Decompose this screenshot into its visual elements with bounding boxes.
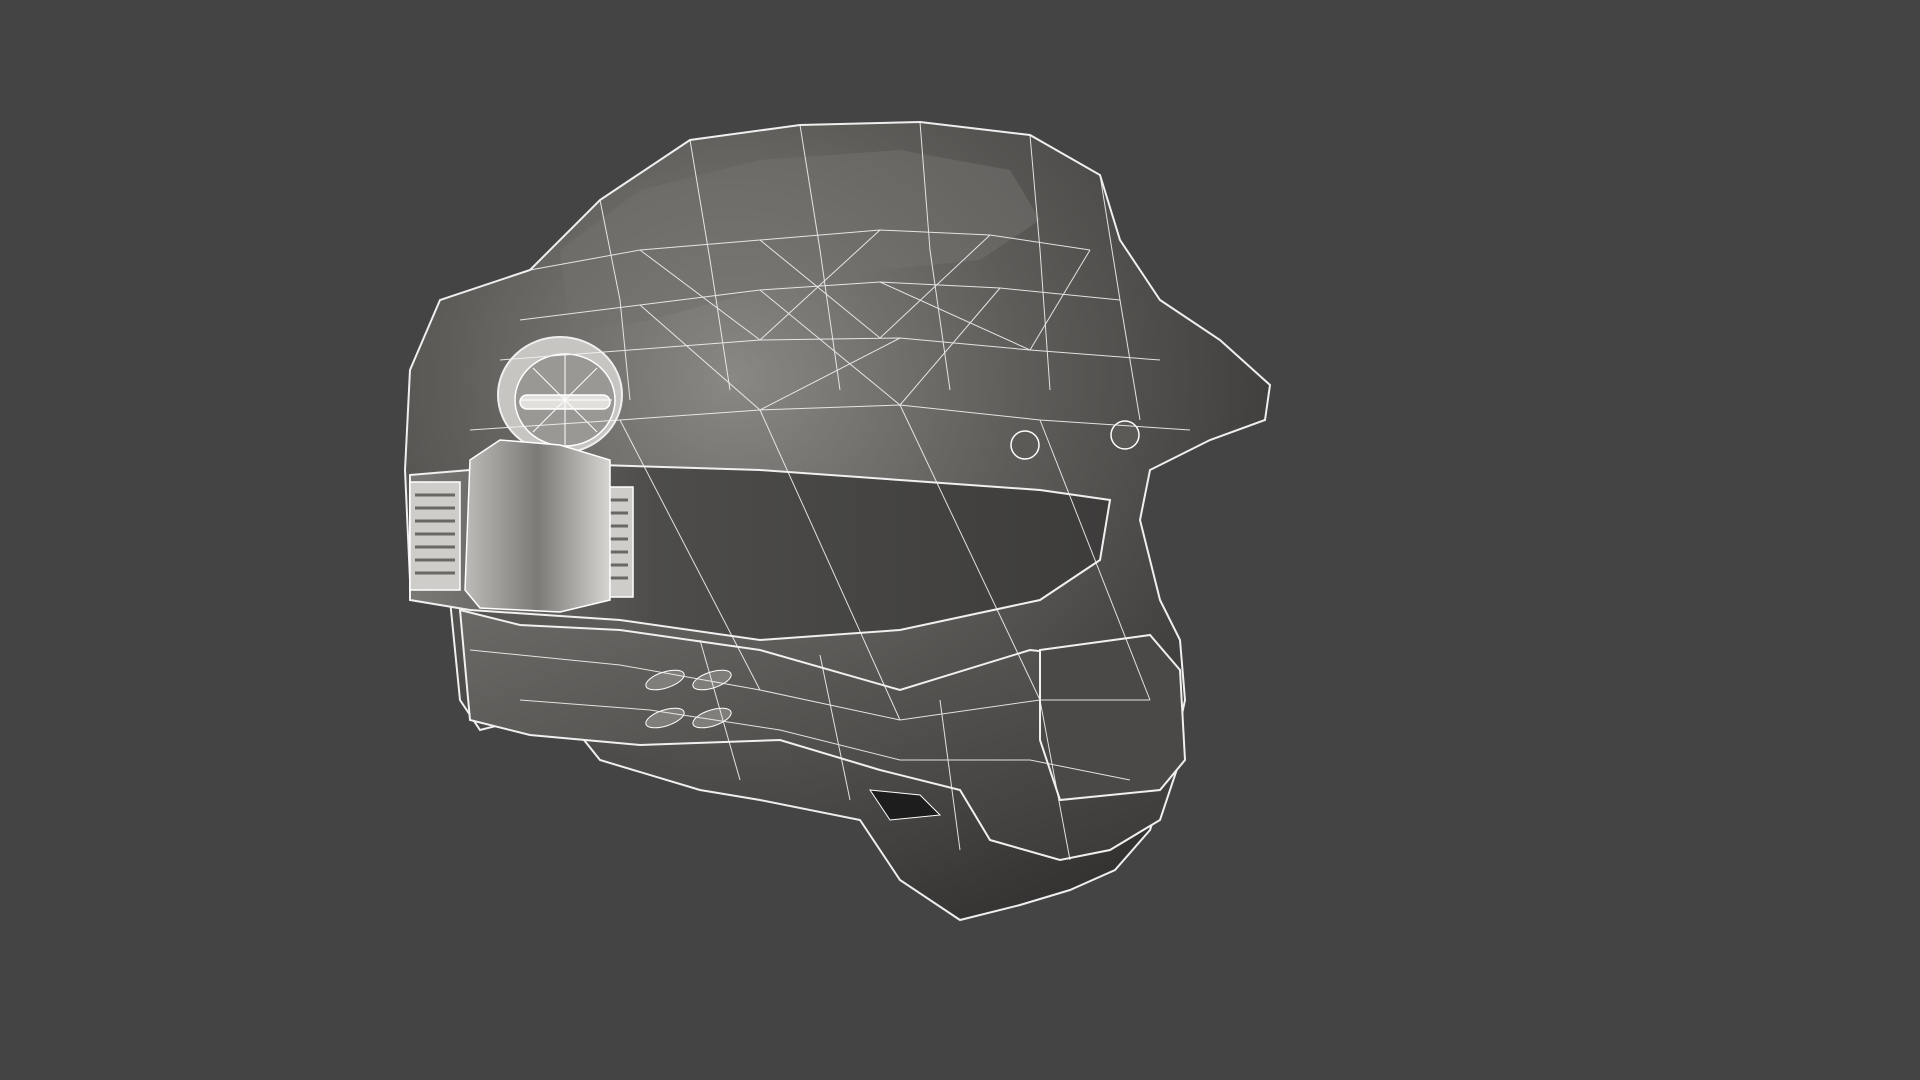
ear-disc (497, 336, 623, 454)
chin-box (1039, 633, 1187, 802)
brow-piece (464, 439, 611, 613)
3d-viewport[interactable] (0, 0, 1920, 1080)
side-vent-left (409, 481, 461, 591)
helmet-render (403, 120, 1272, 922)
